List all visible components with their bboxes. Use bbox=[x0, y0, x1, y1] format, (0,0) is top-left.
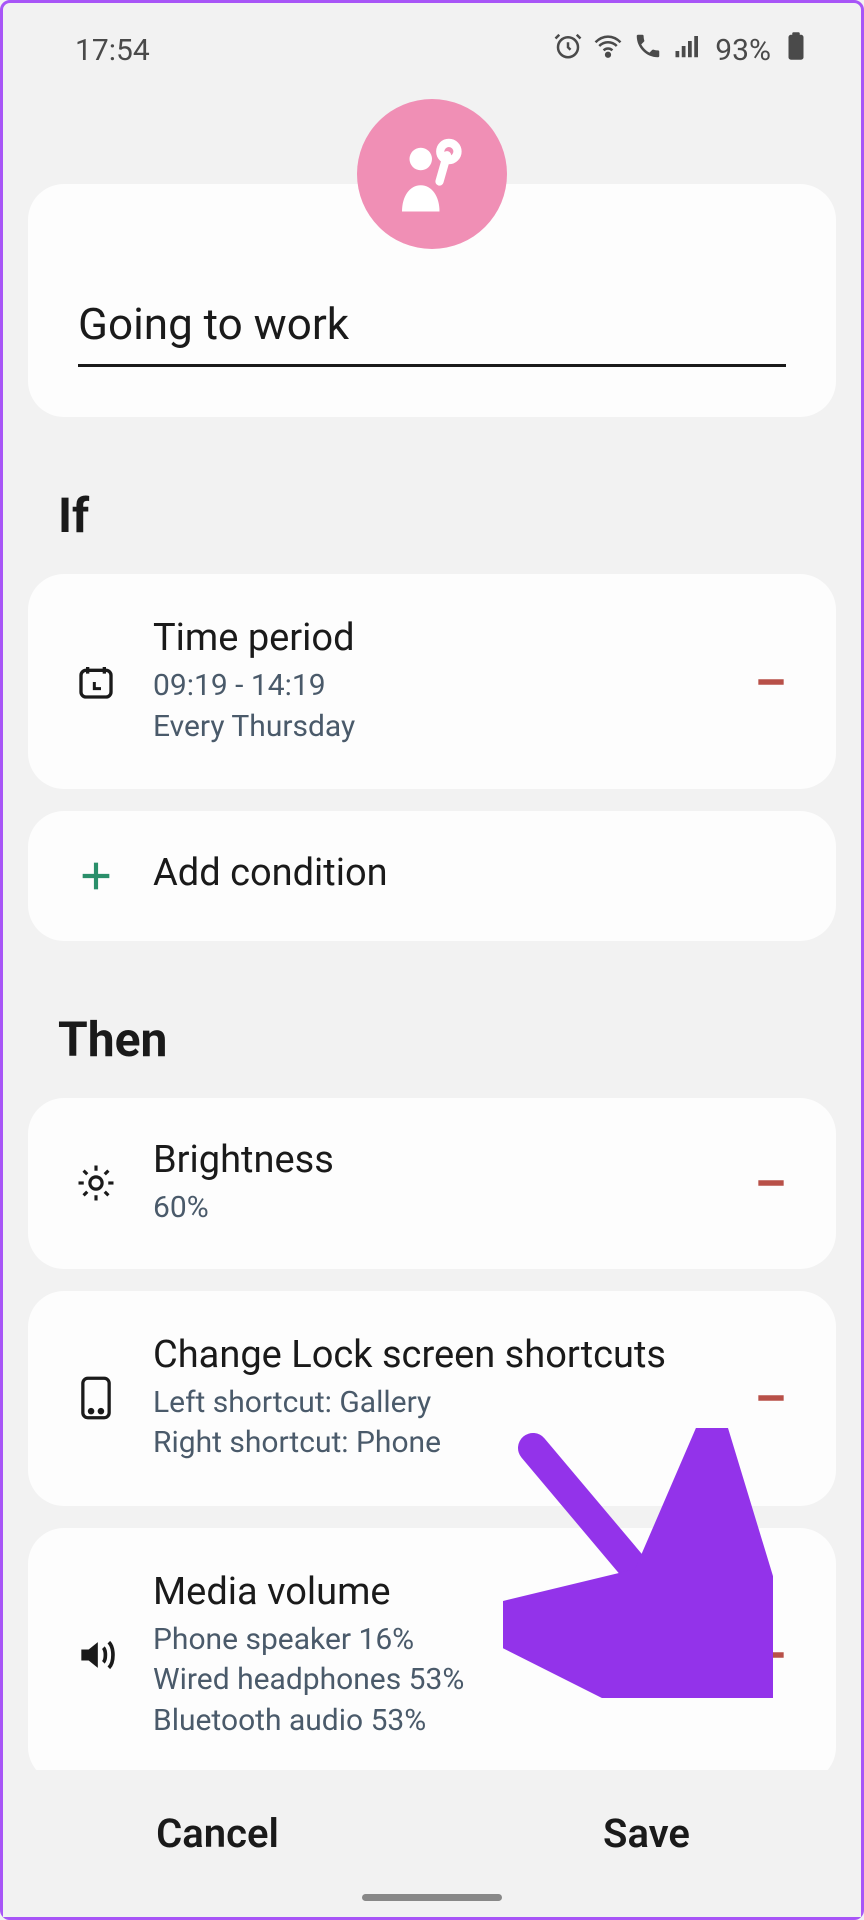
status-icons: 93% bbox=[553, 31, 811, 69]
time-period-days: Every Thursday bbox=[153, 707, 716, 748]
lock-shortcuts-card[interactable]: Change Lock screen shortcuts Left shortc… bbox=[28, 1291, 836, 1506]
then-header: Then bbox=[58, 1011, 806, 1068]
media-volume-speaker: Phone speaker 16% bbox=[153, 1620, 716, 1661]
lock-shortcut-right: Right shortcut: Phone bbox=[153, 1423, 716, 1464]
media-volume-card[interactable]: Media volume Phone speaker 16% Wired hea… bbox=[28, 1528, 836, 1784]
lock-shortcuts-title: Change Lock screen shortcuts bbox=[153, 1333, 716, 1377]
routine-title-card bbox=[28, 184, 836, 417]
if-header: If bbox=[58, 487, 806, 544]
signal-icon bbox=[673, 31, 703, 69]
remove-media-volume-button[interactable] bbox=[751, 1635, 791, 1675]
home-indicator[interactable] bbox=[362, 1894, 502, 1901]
status-time: 17:54 bbox=[75, 33, 150, 68]
add-condition-card[interactable]: Add condition bbox=[28, 811, 836, 941]
cancel-button[interactable]: Cancel bbox=[3, 1810, 432, 1857]
lock-shortcut-left: Left shortcut: Gallery bbox=[153, 1383, 716, 1424]
commute-icon bbox=[387, 129, 477, 219]
remove-lock-shortcuts-button[interactable] bbox=[751, 1378, 791, 1418]
remove-time-period-button[interactable] bbox=[751, 662, 791, 702]
calendar-icon bbox=[73, 662, 118, 702]
add-condition-label: Add condition bbox=[153, 851, 791, 895]
battery-icon bbox=[781, 31, 811, 69]
brightness-icon bbox=[73, 1162, 118, 1204]
alarm-icon bbox=[553, 31, 583, 69]
brightness-value: 60% bbox=[153, 1188, 716, 1229]
brightness-card[interactable]: Brightness 60% bbox=[28, 1098, 836, 1269]
routine-name-input[interactable] bbox=[78, 290, 786, 367]
brightness-title: Brightness bbox=[153, 1138, 716, 1182]
media-volume-wired: Wired headphones 53% bbox=[153, 1660, 716, 1701]
wifi-icon bbox=[593, 31, 623, 69]
call-icon bbox=[633, 31, 663, 69]
remove-brightness-button[interactable] bbox=[751, 1163, 791, 1203]
status-bar: 17:54 93% bbox=[3, 3, 861, 89]
time-period-title: Time period bbox=[153, 616, 716, 660]
time-period-card[interactable]: Time period 09:19 - 14:19 Every Thursday bbox=[28, 574, 836, 789]
media-volume-title: Media volume bbox=[153, 1570, 716, 1614]
routine-icon-circle[interactable] bbox=[357, 99, 507, 249]
time-period-range: 09:19 - 14:19 bbox=[153, 666, 716, 707]
tablet-icon bbox=[73, 1375, 118, 1421]
plus-icon bbox=[73, 854, 118, 899]
battery-percent: 93% bbox=[715, 33, 771, 68]
save-button[interactable]: Save bbox=[432, 1810, 861, 1857]
volume-icon bbox=[73, 1633, 118, 1677]
media-volume-bluetooth: Bluetooth audio 53% bbox=[153, 1701, 716, 1742]
